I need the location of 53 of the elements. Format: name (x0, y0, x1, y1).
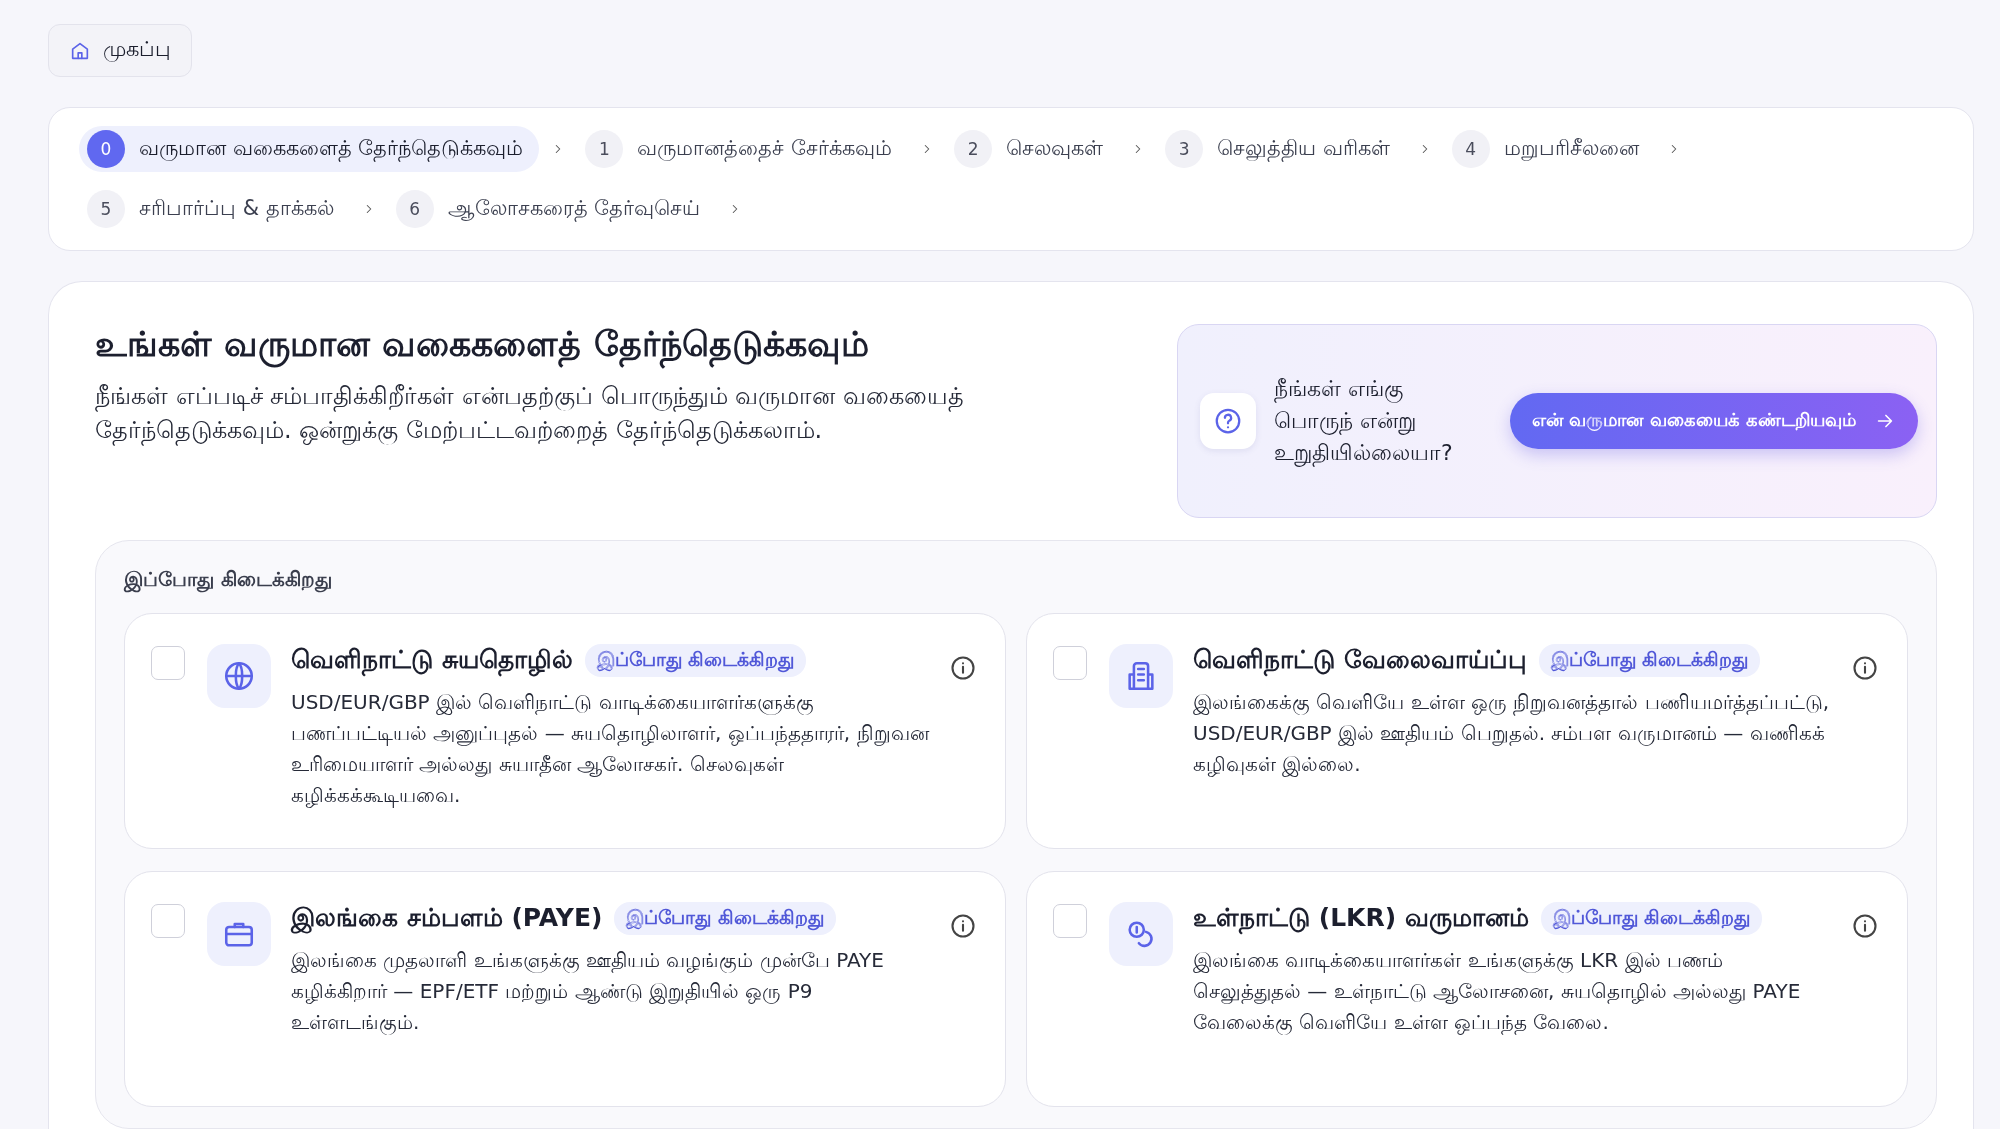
checkbox[interactable] (1053, 904, 1087, 938)
income-card[interactable] (124, 613, 1006, 849)
card-description: இலங்கை வாடிக்கையாளர்கள் உங்களுக்கு LKR இல் பணம் செலுத்துதல் — உள்நாட்டு ஆலோசனை, சுயதொழில் அல்லது PAYE வேலைக்கு வெளியே உள்ள ஒப்பந்த வேலை. (1193, 947, 1802, 1037)
step-label: செலவுகள் (1006, 135, 1104, 162)
step-label: வருமான வகைகளைத் தேர்ந்தெடுக்கவும் (139, 135, 524, 163)
info-icon (1851, 912, 1879, 940)
page-description: நீங்கள் எப்படிச் சம்பாதிக்கிறீர்கள் என்பதற்குப் பொருந்தும் வருமான வகையைத் தேர்ந்தெடுக்கவும். ஒன்றுக்கு மேற்பட்டவற்றைத் தேர்ந்தெடுக்கலாம். (95, 381, 965, 447)
card-description: இலங்கைக்கு வெளியே உள்ள ஒரு நிறுவனத்தால் பணியமர்த்தப்பட்டு, USD/EUR/GBP இல் ஊதியம் பெறுதல். சம்பள வருமானம் — வணிகக் கழிவுகள் இல்லை. (1193, 689, 1831, 779)
step-number: 5 (87, 190, 125, 228)
income-card[interactable]: வெளிநாட்டு வேலைவாய்ப்பு இப்போது கிடைக்கிறது இலங்கைக்கு வெளியே உள்ள ஒரு நிறுவனத்தால் பணியமர்த்தப்பட்டு, USD/EUR/GBP இல் ஊதியம் பெறுதல். சம்பள வருமானம் — வணிகக் கழிவுகள் இல்லை. (1026, 613, 1908, 849)
step-tab[interactable]: 5 சரிபார்ப்பு & தாக்கல் (79, 186, 350, 232)
card-title: வெளிநாட்டு சுயதொழில் (291, 644, 573, 677)
page-title: உங்கள் வருமான வகைகளைத் தேர்ந்தெடுக்கவும் (95, 324, 1095, 369)
info-icon (949, 912, 977, 940)
checkbox[interactable] (151, 646, 185, 680)
card-title: இலங்கை சம்பளம் (PAYE) (291, 902, 603, 935)
help-icon (1213, 406, 1243, 436)
step-number: 1 (585, 130, 624, 168)
step-tab[interactable]: 1 வருமானத்தைச் சேர்க்கவும் (577, 126, 909, 172)
step-tab[interactable]: 6 ஆலோசகரைத் தேர்வுசெய் (387, 186, 717, 232)
status-badge: இப்போது கிடைக்கிறது (614, 902, 837, 935)
find-income-type-button[interactable]: என் வருமான வகையைக் கண்டறியவும் (1510, 393, 1918, 449)
step-tab[interactable]: 4 மறுபரிசீலனை (1443, 126, 1655, 172)
status-badge: இப்போது கிடைக்கிறது (1540, 902, 1763, 935)
step-number: 6 (395, 190, 434, 228)
step-number: 3 (1165, 130, 1204, 168)
step-tab[interactable]: 2 செலவுகள் (946, 126, 1120, 172)
info-icon (949, 654, 977, 682)
card-title: உள்நாட்டு (LKR) வருமானம் (1193, 902, 1529, 935)
step-number: 0 (87, 130, 125, 168)
income-card[interactable]: உள்நாட்டு (LKR) வருமானம் இப்போது கிடைக்கிறது இலங்கை வாடிக்கையாளர்கள் உங்களுக்கு LKR இல் பணம் செலுத்துதல் — உள்நாட்டு ஆலோசனை, சுயதொழில் அல்லது PAYE வேலைக்கு வெளியே உள்ள ஒப்பந்த வேலை. (1026, 871, 1908, 1107)
status-badge: இப்போது கிடைக்கிறது (584, 644, 807, 677)
income-card[interactable]: இலங்கை சம்பளம் (PAYE) இப்போது கிடைக்கிறது இலங்கை முதலாளி உங்களுக்கு ஊதியம் வழங்கும் முன்பே PAYE கழிக்கிறார் — EPF/ETF மற்றும் ஆண்டு இறுதியில் ஒரு P9 உள்ளடங்கும். (124, 871, 1006, 1107)
step-number: 4 (1451, 130, 1490, 168)
checkbox[interactable] (151, 904, 185, 938)
step-label: மறுபரிசீலனை (1503, 135, 1639, 163)
step-label: சரிபார்ப்பு & தாக்கல் (139, 195, 334, 223)
globe-icon (222, 659, 256, 693)
section-label: இப்போது கிடைக்கிறது (124, 567, 333, 593)
info-icon (1851, 654, 1879, 682)
help-question: நீங்கள் எங்கு பொருந் என்று உறுதியில்லையா? (1274, 375, 1453, 469)
status-badge: இப்போது கிடைக்கிறது (1538, 644, 1761, 677)
card-description: இலங்கை முதலாளி உங்களுக்கு ஊதியம் வழங்கும் முன்பே PAYE கழிக்கிறார் — EPF/ETF மற்றும் ஆண்டு இறுதியில் ஒரு P9 உள்ளடங்கும். (291, 947, 885, 1037)
step-number: 2 (954, 130, 993, 168)
step-label: ஆலோசகரைத் தேர்வுசெய் (447, 195, 701, 223)
checkbox[interactable] (1053, 646, 1087, 680)
step-label: வருமானத்தைச் சேர்க்கவும் (637, 135, 893, 163)
card-title: வெளிநாட்டு வேலைவாய்ப்பு (1193, 644, 1527, 677)
step-tab[interactable]: 3 செலுத்திய வரிகள் (1157, 126, 1406, 172)
card-description: USD/EUR/GBP இல் வெளிநாட்டு வாடிக்கையாளர்களுக்கு பணப்பட்டியல் அனுப்புதல் — சுயதொழிலாளர், ஒப்பந்ததாரர், நிறுவன உரிமையாளர் அல்லது சுயாதீன ஆலோசகர். செலவுகள் கழிக்கக்கூடியவை. (291, 689, 929, 810)
step-tab[interactable]: 0 வருமான வகைகளைத் தேர்ந்தெடுக்கவும் (79, 126, 540, 172)
home-button[interactable]: முகப்பு (48, 24, 192, 77)
step-label: செலுத்திய வரிகள் (1217, 135, 1390, 163)
